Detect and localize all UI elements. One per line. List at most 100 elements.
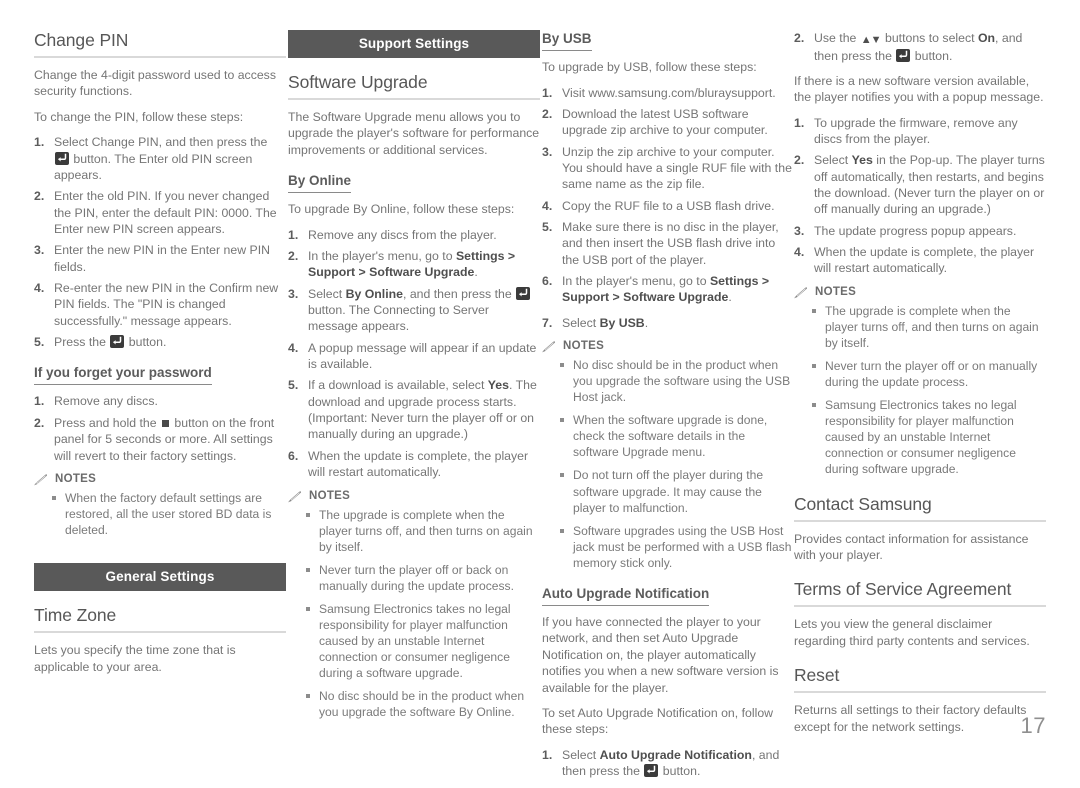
change-pin-intro-2: To change the PIN, follow these steps: <box>34 109 244 124</box>
notes-header: NOTES <box>34 473 286 486</box>
list-item: Enter the new PIN in the Enter new PIN f… <box>34 242 270 274</box>
note-item: When the factory default settings are re… <box>52 490 286 538</box>
by-online-steps: Remove any discs from the player. In the … <box>288 227 540 481</box>
heading-auto-upgrade-notification: Auto Upgrade Notification <box>542 586 710 607</box>
notes-title: NOTES <box>563 340 605 352</box>
section-bar-general-settings: General Settings <box>34 563 286 592</box>
section-reset: Reset Returns all settings to their fact… <box>794 665 1046 735</box>
notes-list: When the factory default settings are re… <box>34 490 286 538</box>
notes-title: NOTES <box>309 489 351 502</box>
list-item: Press and hold the button on the front p… <box>34 415 275 463</box>
heading-contact-samsung: Contact Samsung <box>794 493 932 514</box>
heading-rule <box>34 631 286 634</box>
reset-body: Returns all settings to their factory de… <box>794 703 1027 734</box>
section-bar-support-settings: Support Settings <box>288 30 540 58</box>
notes-list: The upgrade is complete when the player … <box>288 507 540 721</box>
section-by-online: By Online <box>288 172 540 194</box>
time-zone-body: Lets you specify the time zone that is a… <box>34 643 236 674</box>
enter-button-icon <box>644 763 659 777</box>
column-2: Support Settings Software Upgrade The So… <box>288 30 540 729</box>
list-item: Visit www.samsung.com/bluraysupport. <box>542 85 776 102</box>
note-item: The upgrade is complete when the player … <box>306 507 540 555</box>
notes-list: No disc should be in the product when yo… <box>542 357 792 571</box>
pencil-icon <box>34 473 49 486</box>
heading-rule <box>794 691 1046 694</box>
list-item: Select By USB. <box>542 315 649 332</box>
list-item: Select Change PIN, and then press the bu… <box>34 134 268 182</box>
section-time-zone: Time Zone Lets you specify the time zone… <box>34 605 286 675</box>
list-item: Select Auto Upgrade Notification, and th… <box>542 747 780 778</box>
by-online-intro: To upgrade By Online, follow these steps… <box>288 202 515 217</box>
list-item: When the update is complete, the player … <box>794 244 1035 276</box>
list-item: Select Yes in the Pop-up. The player tur… <box>794 152 1045 217</box>
list-item: Remove any discs. <box>34 393 158 410</box>
heading-rule <box>288 98 540 101</box>
auto-upgrade-body-1: If you have connected the player to your… <box>542 615 779 695</box>
list-item: In the player's menu, go to Settings > S… <box>288 248 516 280</box>
terms-of-service-body: Lets you view the general disclaimer reg… <box>794 617 1030 648</box>
by-usb-step-7: Select By USB. <box>542 315 792 332</box>
notes-header: NOTES <box>288 490 540 502</box>
note-item: No disc should be in the product when yo… <box>560 357 792 405</box>
by-usb-intro: To upgrade by USB, follow these steps: <box>542 60 757 75</box>
pencil-icon <box>288 490 303 502</box>
list-item: Press the button. <box>34 334 167 351</box>
enter-button-icon <box>516 286 531 300</box>
list-item: When the update is complete, the player … <box>288 448 529 480</box>
auto-upgrade-step-1: Select Auto Upgrade Notification, and th… <box>542 747 792 780</box>
list-item: Re-enter the new PIN in the Confirm new … <box>34 280 279 328</box>
forgot-password-steps: Remove any discs. Press and hold the butt… <box>34 393 286 463</box>
list-item: A popup message will appear if an update… <box>288 340 537 372</box>
up-down-arrows-icon: ▲▼ <box>860 34 882 46</box>
software-upgrade-body: The Software Upgrade menu allows you to … <box>288 110 540 157</box>
contact-samsung-body: Provides contact information for assista… <box>794 531 1029 562</box>
heading-change-pin: Change PIN <box>34 30 129 50</box>
column-3: By USB To upgrade by USB, follow these s… <box>542 30 792 788</box>
manual-page: Change PIN Change the 4-digit password u… <box>0 0 1080 778</box>
heading-terms-of-service: Terms of Service Agreement <box>794 579 1012 600</box>
heading-by-online: By Online <box>288 173 352 194</box>
enter-button-icon <box>110 334 125 348</box>
section-auto-upgrade-notification: Auto Upgrade Notification <box>542 585 792 607</box>
page-columns: Change PIN Change the 4-digit password u… <box>34 30 1052 788</box>
by-usb-steps: Visit www.samsung.com/bluraysupport. Down… <box>542 85 792 306</box>
auto-upgrade-continued-body: If there is a new software version avail… <box>794 73 1044 105</box>
notes-block-column2: NOTES The upgrade is complete when the p… <box>288 490 540 721</box>
list-item: Download the latest USB software upgrade… <box>542 106 768 138</box>
section-change-pin: Change PIN Change the 4-digit password u… <box>34 30 286 351</box>
section-software-upgrade: Software Upgrade The Software Upgrade me… <box>288 72 540 158</box>
notes-list: The upgrade is complete when the player … <box>794 303 1046 478</box>
enter-button-icon <box>896 48 911 62</box>
column-1: Change PIN Change the 4-digit password u… <box>34 30 286 684</box>
heading-rule <box>794 519 1046 522</box>
section-contact-samsung: Contact Samsung Provides contact informa… <box>794 494 1046 564</box>
change-pin-steps: Select Change PIN, and then press the bu… <box>34 134 286 350</box>
list-item: Remove any discs from the player. <box>288 227 497 244</box>
list-item: Unzip the zip archive to your computer. … <box>542 144 792 192</box>
notes-block-column3: NOTES No disc should be in the product w… <box>542 340 792 571</box>
pencil-icon <box>542 340 557 353</box>
note-item: Do not turn off the player during the so… <box>560 467 792 515</box>
list-item: The update progress popup appears. <box>794 223 1017 240</box>
note-item: Samsung Electronics takes no legal respo… <box>306 601 540 681</box>
note-item: Samsung Electronics takes no legal respo… <box>812 397 1046 477</box>
notes-block-column4: NOTES The upgrade is complete when the p… <box>794 286 1046 478</box>
stop-button-icon <box>161 419 169 427</box>
firmware-upgrade-steps: To upgrade the firmware, remove any disc… <box>794 115 1046 277</box>
heading-rule <box>794 605 1046 608</box>
notes-block-column1: NOTES When the factory default settings … <box>34 473 286 538</box>
section-by-usb: By USB <box>542 30 792 52</box>
heading-software-upgrade: Software Upgrade <box>288 72 428 92</box>
heading-forgot-password: If you forget your password <box>34 365 212 386</box>
pencil-icon <box>794 286 809 299</box>
note-item: Software upgrades using the USB Host jac… <box>560 523 792 571</box>
page-number: 17 <box>1020 713 1046 738</box>
list-item: Copy the RUF file to a USB flash drive. <box>542 198 775 215</box>
list-item: Make sure there is no disc in the player… <box>542 219 779 267</box>
note-item: Never turn the player off or on manually… <box>812 358 1046 390</box>
notes-title: NOTES <box>815 285 857 298</box>
heading-by-usb: By USB <box>542 31 592 52</box>
